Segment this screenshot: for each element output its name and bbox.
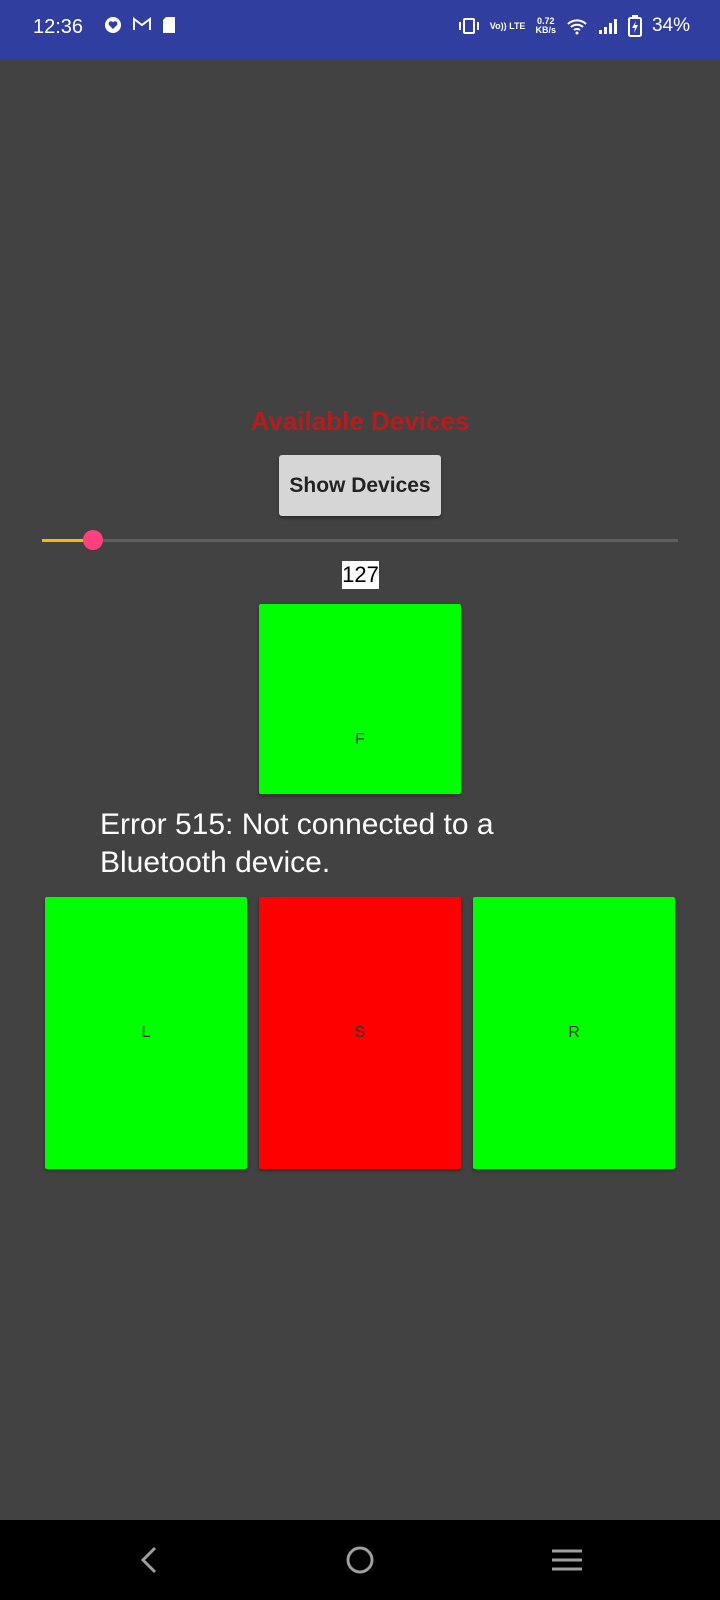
wifi-icon [567,19,587,35]
available-devices-title: Available Devices [250,406,470,436]
signal-icon [598,19,617,34]
gmail-icon [133,17,151,30]
slider-track [42,539,678,542]
vibrate-icon [458,18,479,34]
sd-card-icon [163,17,175,33]
status-time: 12:36 [33,16,84,38]
right-button[interactable]: R [473,897,675,1169]
back-icon[interactable] [131,1542,171,1578]
notification-icons [104,16,176,34]
speed-slider[interactable] [42,526,678,556]
error-message: Error 515: Not connected to a Bluetooth … [100,808,494,879]
show-devices-button[interactable]: Show Devices [279,455,441,516]
navigation-bar [0,1520,720,1600]
home-icon[interactable] [340,1542,380,1578]
network-speed-unit: KB/s [535,25,556,35]
volte-indicator: Vo)) LTE [489,20,526,31]
stop-button[interactable]: S [259,897,461,1169]
heart-app-icon [105,17,121,33]
forward-button[interactable]: F [259,604,461,794]
left-button[interactable]: L [45,897,247,1169]
battery-charging-icon [627,15,642,37]
battery-percent: 34% [651,15,690,36]
slider-thumb[interactable] [83,530,103,550]
network-speed: 0.72 KB/s [535,17,556,35]
status-right: Vo)) LTE 0.72 KB/s 34% [458,15,690,37]
forward-button-label: F [355,731,365,748]
recents-icon[interactable] [547,1542,587,1578]
slider-value-label: 127 [342,561,379,589]
status-bar: 12:36 Vo)) LTE 0.72 KB/s 34% [0,0,720,60]
